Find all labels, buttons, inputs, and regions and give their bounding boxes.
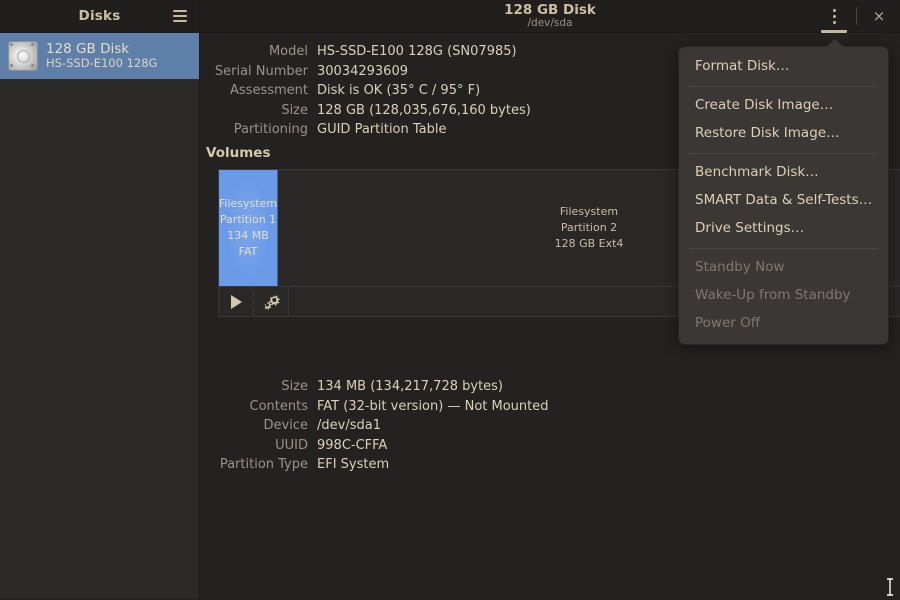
popover-arrow: [826, 39, 844, 47]
detail-row: Assessment Disk is OK (35° C / 95° F): [200, 81, 531, 101]
menu-item-standby-now: Standby Now: [679, 254, 888, 282]
drive-details-table: Model HS-SSD-E100 128G (SN07985) Serial …: [200, 42, 531, 140]
detail-value: EFI System: [317, 455, 549, 475]
partition-details-table: Size 134 MB (134,217,728 bytes) Contents…: [200, 377, 549, 475]
partition-block-1[interactable]: Filesystem Partition 1 134 MB FAT: [219, 170, 278, 286]
detail-value: /dev/sda1: [317, 416, 549, 436]
vertical-dots-icon[interactable]: [821, 1, 847, 31]
partition-line-1: Filesystem: [560, 205, 618, 218]
detail-key: Assessment: [200, 81, 317, 101]
sidebar-header: Disks: [0, 0, 199, 33]
gears-icon[interactable]: [254, 287, 289, 316]
detail-key: Serial Number: [200, 62, 317, 82]
detail-value: FAT (32-bit version) — Not Mounted: [317, 397, 549, 417]
detail-value: HS-SSD-E100 128G (SN07985): [317, 42, 531, 62]
partition-details: Size 134 MB (134,217,728 bytes) Contents…: [200, 377, 900, 475]
titlebar-controls: ×: [821, 0, 900, 32]
detail-value: 30034293609: [317, 62, 531, 82]
detail-key: Size: [200, 377, 317, 397]
detail-value: Disk is OK (35° C / 95° F): [317, 81, 531, 101]
titlebar-separator: [856, 7, 857, 25]
partition-line-2: Partition 1: [220, 213, 276, 226]
menu-separator: [689, 86, 878, 87]
titlebar: 128 GB Disk /dev/sda ×: [200, 0, 900, 33]
disk-item-subtitle: HS-SSD-E100 128G: [46, 57, 157, 70]
detail-key: Device: [200, 416, 317, 436]
menu-item-restore-disk-image[interactable]: Restore Disk Image…: [679, 120, 888, 148]
page-title: 128 GB Disk: [504, 3, 596, 17]
sidebar: Disks 128 GB Disk HS-SSD-E100 128G: [0, 0, 200, 598]
menu-separator: [689, 153, 878, 154]
play-icon[interactable]: [219, 287, 254, 316]
detail-key: Model: [200, 42, 317, 62]
menu-item-format-disk[interactable]: Format Disk…: [679, 53, 888, 81]
detail-key: Size: [200, 101, 317, 121]
detail-value: 134 MB (134,217,728 bytes): [317, 377, 549, 397]
partition-line-2: Partition 2: [561, 221, 617, 234]
menu-item-drive-settings[interactable]: Drive Settings…: [679, 215, 888, 243]
partition-block-1-text: Filesystem Partition 1 134 MB FAT: [219, 196, 277, 260]
detail-key: Contents: [200, 397, 317, 417]
menu-item-create-disk-image[interactable]: Create Disk Image…: [679, 92, 888, 120]
partition-line-3: 134 MB FAT: [227, 229, 269, 258]
detail-key: Partitioning: [200, 120, 317, 140]
page-subtitle: /dev/sda: [504, 18, 596, 29]
sidebar-title: Disks: [79, 8, 121, 24]
disk-item-name: 128 GB Disk: [46, 42, 157, 58]
disk-item-text: 128 GB Disk HS-SSD-E100 128G: [46, 42, 157, 71]
hard-disk-icon: [8, 41, 38, 71]
detail-row: Contents FAT (32-bit version) — Not Moun…: [200, 397, 549, 417]
detail-row: Device /dev/sda1: [200, 416, 549, 436]
sidebar-item-disk[interactable]: 128 GB Disk HS-SSD-E100 128G: [0, 33, 199, 79]
disk-actions-menu: Format Disk… Create Disk Image… Restore …: [678, 46, 889, 345]
detail-value: 128 GB (128,035,676,160 bytes): [317, 101, 531, 121]
detail-row: Partitioning GUID Partition Table: [200, 120, 531, 140]
menu-separator: [689, 248, 878, 249]
menu-item-wake-up-from-standby: Wake-Up from Standby: [679, 282, 888, 310]
partition-line-1: Filesystem: [219, 197, 277, 210]
menu-item-power-off: Power Off: [679, 310, 888, 338]
detail-row: Partition Type EFI System: [200, 455, 549, 475]
detail-key: UUID: [200, 436, 317, 456]
titlebar-center: 128 GB Disk /dev/sda: [504, 3, 596, 29]
detail-row: Size 128 GB (128,035,676,160 bytes): [200, 101, 531, 121]
detail-row: UUID 998C-CFFA: [200, 436, 549, 456]
detail-row: Size 134 MB (134,217,728 bytes): [200, 377, 549, 397]
detail-key: Partition Type: [200, 455, 317, 475]
menu-item-benchmark-disk[interactable]: Benchmark Disk…: [679, 159, 888, 187]
partition-line-3: 128 GB Ext4: [555, 237, 624, 250]
close-icon[interactable]: ×: [868, 5, 890, 27]
partition-block-2-text: Filesystem Partition 2 128 GB Ext4: [555, 204, 624, 252]
detail-row: Serial Number 30034293609: [200, 62, 531, 82]
hamburger-icon[interactable]: [169, 5, 191, 27]
menu-item-smart-data[interactable]: SMART Data & Self-Tests…: [679, 187, 888, 215]
detail-value: GUID Partition Table: [317, 120, 531, 140]
detail-value: 998C-CFFA: [317, 436, 549, 456]
detail-row: Model HS-SSD-E100 128G (SN07985): [200, 42, 531, 62]
disks-application-window: Disks 128 GB Disk HS-SSD-E100 128G 128 G…: [0, 0, 900, 598]
disk-list: 128 GB Disk HS-SSD-E100 128G: [0, 33, 199, 598]
